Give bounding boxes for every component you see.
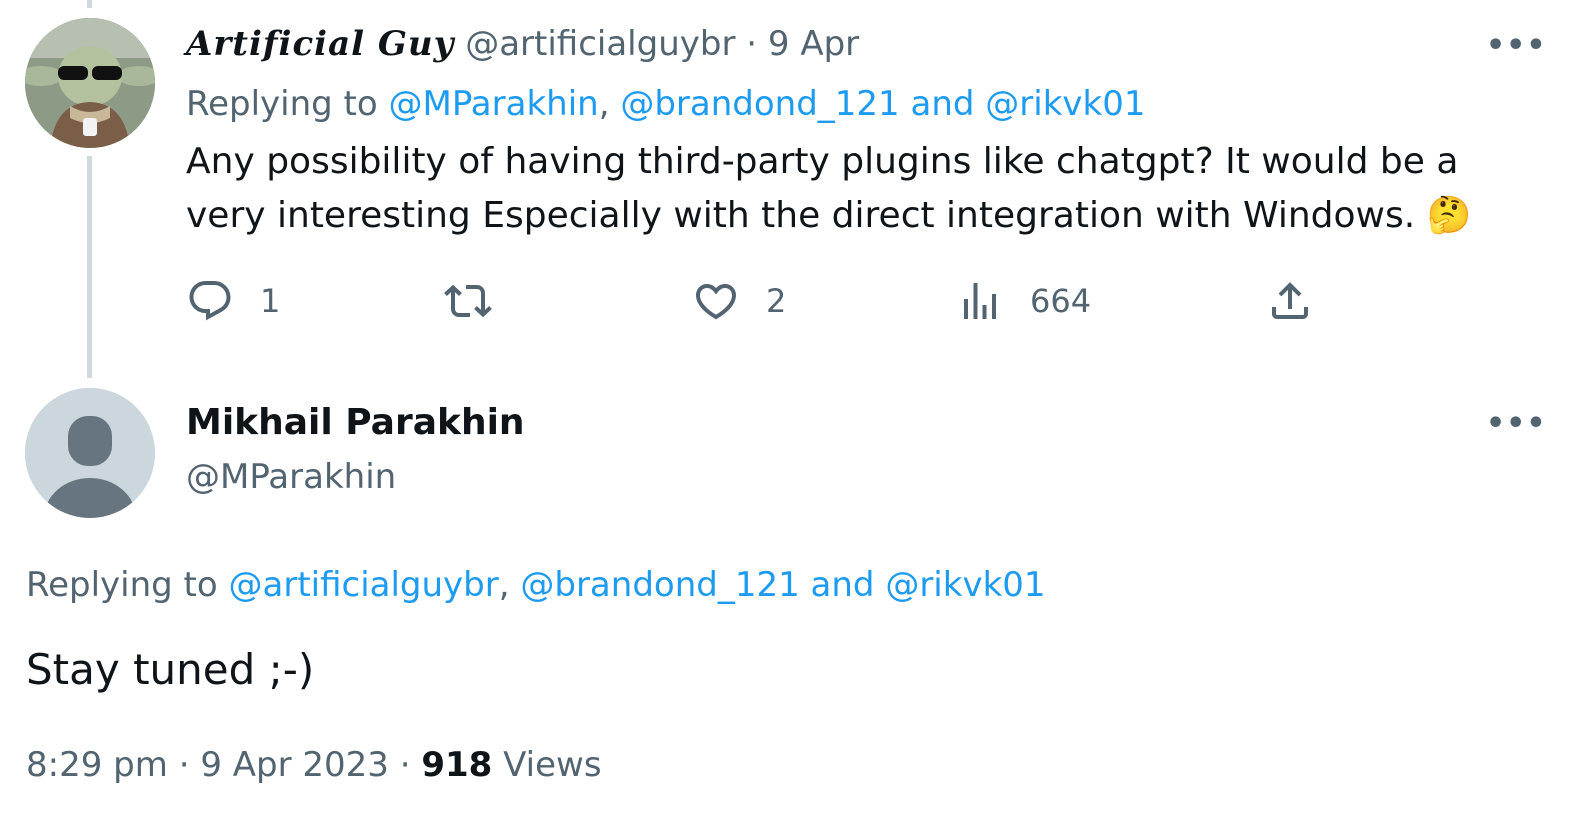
- separator-dot: ·: [178, 745, 190, 785]
- reply-button[interactable]: 1: [186, 277, 280, 325]
- tweet-text: Any possibility of having third-party pl…: [186, 135, 1471, 243]
- tweet-date[interactable]: 9 Apr: [768, 24, 859, 64]
- avatar-default[interactable]: [25, 388, 155, 518]
- tweet-text-line: very interesting Especially with the dir…: [186, 189, 1471, 243]
- thread-line-top: [87, 0, 92, 8]
- views-count: 664: [1030, 282, 1092, 320]
- views-button[interactable]: 664: [956, 277, 1091, 325]
- retweet-icon: [444, 284, 492, 318]
- separator-dot: ·: [746, 24, 758, 64]
- mention-link[interactable]: @rikvk01: [985, 84, 1145, 124]
- mention-separator: ,: [498, 565, 510, 605]
- tweet-text: Stay tuned ;-): [26, 645, 315, 694]
- views-icon: [964, 283, 996, 319]
- replying-to: Replying to @MParakhin, @brandond_121 an…: [186, 82, 1145, 126]
- replying-to: Replying to @artificialguybr, @brandond_…: [26, 563, 1046, 607]
- tweet-time[interactable]: 8:29 pm: [26, 745, 168, 785]
- tweet-text-line: Any possibility of having third-party pl…: [186, 141, 1459, 182]
- author-name[interactable]: Mikhail Parakhin: [186, 400, 525, 446]
- mention-link[interactable]: @MParakhin: [389, 84, 599, 124]
- more-options-icon[interactable]: •••: [1486, 406, 1547, 441]
- reply-count: 1: [260, 282, 281, 320]
- tweet-text-line2: very interesting Especially with the dir…: [186, 195, 1416, 236]
- author-handle[interactable]: @MParakhin: [186, 454, 396, 500]
- mention-and[interactable]: and: [811, 565, 875, 605]
- tweet-timestamp: 8:29 pm · 9 Apr 2023 · 918 Views: [26, 742, 602, 788]
- views-number: 918: [421, 745, 493, 785]
- reply-icon: [189, 281, 231, 321]
- handle[interactable]: @artificialguybr: [465, 24, 735, 64]
- retweet-button[interactable]: [444, 277, 518, 325]
- avatar-image: [25, 18, 155, 148]
- mention-link[interactable]: @artificialguybr: [229, 565, 499, 605]
- thread-line: [87, 156, 92, 378]
- display-name[interactable]: Artificial Guy: [186, 24, 454, 64]
- mention-separator: ,: [598, 84, 610, 124]
- share-icon: [1272, 282, 1308, 319]
- mention-link[interactable]: @brandond_121: [620, 84, 899, 124]
- mention-and[interactable]: and: [911, 84, 975, 124]
- tweet-date[interactable]: 9 Apr 2023: [200, 745, 389, 785]
- replying-label: Replying to: [26, 565, 218, 605]
- share-button[interactable]: [1266, 277, 1340, 325]
- like-count: 2: [766, 282, 787, 320]
- mention-link[interactable]: @brandond_121: [520, 565, 799, 605]
- thinking-face-emoji: 🤔: [1426, 195, 1472, 236]
- separator-dot: ·: [399, 745, 411, 785]
- views-label: Views: [503, 745, 602, 785]
- mention-link[interactable]: @rikvk01: [885, 565, 1045, 605]
- like-icon: [695, 284, 737, 320]
- more-options-icon[interactable]: •••: [1486, 28, 1547, 63]
- tweet1-header: Artificial Guy @artificialguybr · 9 Apr: [186, 22, 859, 66]
- like-button[interactable]: 2: [692, 277, 786, 325]
- avatar-artificial-guy[interactable]: [25, 18, 155, 148]
- replying-label: Replying to: [186, 84, 378, 124]
- default-profile-icon: [25, 388, 155, 518]
